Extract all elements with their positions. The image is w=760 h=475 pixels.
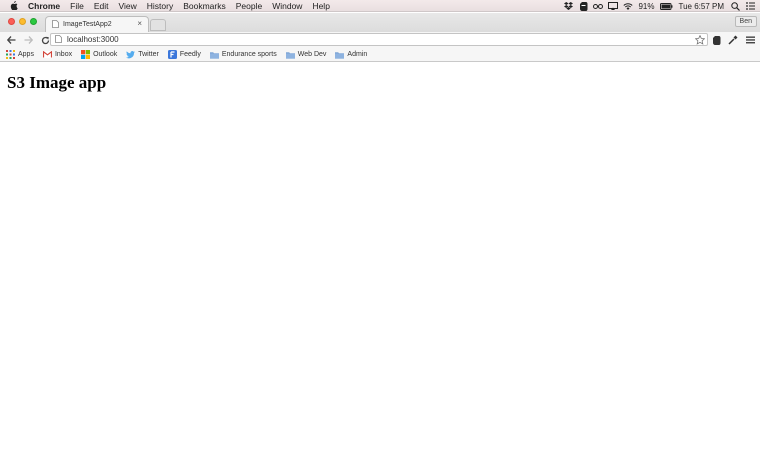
tab-imagetestapp2[interactable]: ImageTestApp2 ×: [45, 16, 149, 32]
chrome-menu-icon[interactable]: [744, 34, 756, 46]
bookmark-label: Endurance sports: [221, 51, 277, 58]
page-viewport: S3 Image app: [0, 63, 760, 475]
toolbar-extensions: [705, 34, 756, 46]
eyedropper-extension-icon[interactable]: [727, 34, 739, 46]
url-text[interactable]: localhost:3000: [67, 35, 119, 44]
bookmark-feedly[interactable]: Feedly: [167, 50, 201, 59]
menu-edit[interactable]: Edit: [94, 0, 109, 12]
menu-file[interactable]: File: [70, 0, 84, 12]
bookmark-label: Admin: [347, 51, 368, 58]
apps-grid-icon: [6, 50, 15, 59]
bookmark-twitter[interactable]: Twitter: [126, 50, 159, 59]
browser-toolbar: localhost:3000: [0, 32, 760, 48]
address-bar[interactable]: localhost:3000: [50, 33, 708, 46]
menu-people[interactable]: People: [236, 0, 262, 12]
new-tab-button[interactable]: [150, 19, 166, 31]
bookmark-star-icon[interactable]: [694, 34, 706, 47]
bookmark-label: Inbox: [54, 51, 73, 58]
bookmark-outlook[interactable]: Outlook: [81, 50, 117, 59]
wifi-icon[interactable]: [623, 1, 634, 11]
evernote-icon[interactable]: [578, 1, 588, 11]
forward-button[interactable]: [22, 34, 34, 46]
minimize-window-button[interactable]: [19, 18, 26, 25]
evernote-extension-icon[interactable]: [710, 34, 722, 46]
page-heading: S3 Image app: [7, 73, 107, 92]
menu-window[interactable]: Window: [272, 0, 302, 12]
tab-title: ImageTestApp2: [63, 21, 112, 28]
dropbox-icon[interactable]: [563, 1, 573, 11]
menu-bar-extras: 91% Tue 6:57 PM: [563, 0, 760, 12]
menu-app-name[interactable]: Chrome: [28, 0, 60, 12]
notification-center-icon[interactable]: [745, 1, 755, 11]
window-controls: [8, 18, 41, 25]
bookmark-folder-web-dev[interactable]: Web Dev: [285, 50, 327, 59]
profile-button[interactable]: Ben: [734, 16, 757, 27]
bookmark-label: Twitter: [138, 51, 159, 58]
battery-icon[interactable]: [660, 1, 673, 11]
back-button[interactable]: [5, 34, 17, 46]
battery-percent: 91%: [638, 1, 655, 11]
page-info-icon[interactable]: [55, 34, 62, 45]
airplay-icon[interactable]: [608, 1, 619, 11]
tab-strip: ImageTestApp2 × Ben: [0, 13, 760, 32]
close-window-button[interactable]: [8, 18, 15, 25]
bookmark-folder-admin[interactable]: Admin: [335, 50, 367, 59]
zoom-window-button[interactable]: [30, 18, 37, 25]
apple-menu-icon[interactable]: [10, 1, 20, 10]
folder-icon: [209, 50, 219, 59]
twitter-icon: [126, 50, 136, 59]
folder-icon: [285, 50, 295, 59]
bookmark-label: Outlook: [93, 51, 118, 58]
bookmark-label: Feedly: [179, 51, 201, 58]
feedly-icon: [167, 50, 177, 59]
page-favicon-icon: [52, 19, 59, 30]
tab-close-icon[interactable]: ×: [137, 20, 142, 28]
bookmark-label: Web Dev: [297, 51, 327, 58]
menu-bookmarks[interactable]: Bookmarks: [183, 0, 226, 12]
bookmarks-bar: Apps Inbox Outlook Twitter Feedly Endura…: [0, 48, 760, 62]
spotlight-search-icon[interactable]: [730, 1, 740, 11]
clock[interactable]: Tue 6:57 PM: [678, 2, 724, 11]
glasses-icon[interactable]: [593, 1, 604, 11]
bookmark-inbox[interactable]: Inbox: [42, 50, 73, 59]
gmail-icon: [42, 50, 52, 59]
outlook-icon: [81, 50, 91, 59]
menu-view[interactable]: View: [118, 0, 136, 12]
bookmark-folder-endurance-sports[interactable]: Endurance sports: [209, 50, 277, 59]
folder-icon: [335, 50, 345, 59]
menu-history[interactable]: History: [147, 0, 173, 12]
menu-help[interactable]: Help: [312, 0, 329, 12]
macos-menu-bar: Chrome File Edit View History Bookmarks …: [0, 0, 760, 12]
bookmark-label: Apps: [18, 51, 34, 58]
bookmark-apps[interactable]: Apps: [6, 50, 34, 59]
